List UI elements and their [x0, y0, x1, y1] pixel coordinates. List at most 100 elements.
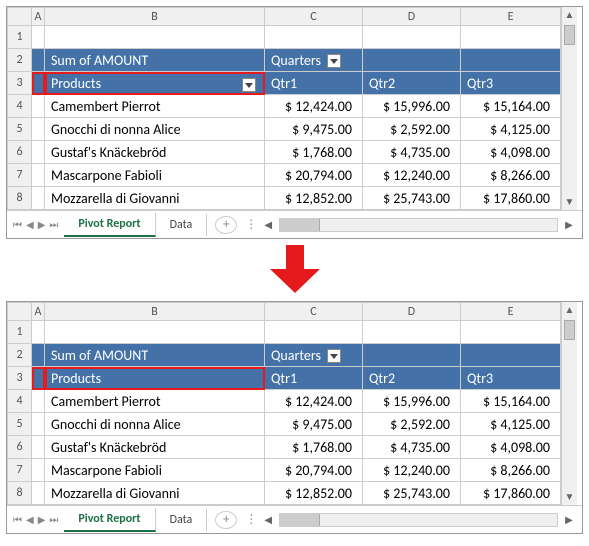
product-cell[interactable]: Camembert Pierrot	[45, 390, 265, 413]
col-C[interactable]: C	[265, 8, 363, 26]
tab-split-handle[interactable]: ⋮	[245, 217, 257, 232]
row-header[interactable]: 8	[8, 482, 32, 505]
product-cell[interactable]: Gustaf's Knäckebröd	[45, 141, 265, 164]
grid-after[interactable]: A B C D E 1 2 Sum of AMOUNT Quarters 3	[7, 302, 561, 505]
nav-prev-icon[interactable]: ◀	[26, 218, 34, 231]
products-filter-icon[interactable]	[242, 78, 256, 92]
col-B[interactable]: B	[45, 303, 265, 321]
col-E[interactable]: E	[461, 8, 561, 26]
col-C[interactable]: C	[265, 303, 363, 321]
value-cell[interactable]: $ 17,860.00	[461, 482, 561, 505]
col-A[interactable]: A	[32, 8, 45, 26]
scroll-right-icon[interactable]: ▶	[562, 513, 576, 526]
quarters-filter-icon[interactable]	[327, 54, 341, 68]
value-cell[interactable]: $ 25,743.00	[363, 482, 461, 505]
scroll-left-icon[interactable]: ◀	[261, 513, 275, 526]
qtr2-header[interactable]: Qtr2	[363, 72, 461, 95]
horizontal-scrollbar[interactable]: ⋮ ◀ ▶	[245, 217, 582, 232]
nav-next-icon[interactable]: ▶	[38, 218, 46, 231]
qtr3-header[interactable]: Qtr3	[461, 367, 561, 390]
col-D[interactable]: D	[363, 8, 461, 26]
product-cell[interactable]: Gustaf's Knäckebröd	[45, 436, 265, 459]
product-cell[interactable]: Gnocchi di nonna Alice	[45, 413, 265, 436]
quarters-filter-icon[interactable]	[327, 349, 341, 363]
col-A[interactable]: A	[32, 303, 45, 321]
hscroll-thumb[interactable]	[280, 514, 320, 526]
value-cell[interactable]: $ 4,098.00	[461, 436, 561, 459]
value-cell[interactable]: $ 1,768.00	[265, 436, 363, 459]
value-cell[interactable]: $ 8,266.00	[461, 459, 561, 482]
row-header[interactable]: 2	[8, 49, 32, 72]
row-header[interactable]: 1	[8, 26, 32, 49]
value-cell[interactable]: $ 8,266.00	[461, 164, 561, 187]
col-B[interactable]: B	[45, 8, 265, 26]
row-header[interactable]: 2	[8, 344, 32, 367]
row-header[interactable]: 3	[8, 367, 32, 390]
value-cell[interactable]: $ 2,592.00	[363, 413, 461, 436]
value-cell[interactable]: $ 12,240.00	[363, 459, 461, 482]
value-cell[interactable]: $ 15,164.00	[461, 95, 561, 118]
scroll-thumb[interactable]	[564, 25, 575, 45]
value-cell[interactable]: $ 4,735.00	[363, 141, 461, 164]
value-cell[interactable]: $ 4,125.00	[461, 118, 561, 141]
product-cell[interactable]: Mozzarella di Giovanni	[45, 187, 265, 210]
product-cell[interactable]: Camembert Pierrot	[45, 95, 265, 118]
row-header[interactable]: 7	[8, 459, 32, 482]
value-cell[interactable]: $ 9,475.00	[265, 413, 363, 436]
add-sheet-button[interactable]: +	[215, 216, 237, 234]
quarters-label[interactable]: Quarters	[265, 49, 363, 72]
value-cell[interactable]: $ 12,240.00	[363, 164, 461, 187]
value-cell[interactable]: $ 25,743.00	[363, 187, 461, 210]
row-header[interactable]: 4	[8, 95, 32, 118]
row-header[interactable]: 5	[8, 413, 32, 436]
value-cell[interactable]: $ 2,592.00	[363, 118, 461, 141]
tab-data[interactable]: Data	[156, 509, 208, 531]
nav-first-icon[interactable]: ⏮	[13, 218, 22, 231]
scroll-thumb[interactable]	[564, 320, 575, 340]
horizontal-scrollbar[interactable]: ⋮ ◀ ▶	[245, 512, 582, 527]
row-header[interactable]: 6	[8, 141, 32, 164]
value-cell[interactable]: $ 17,860.00	[461, 187, 561, 210]
column-headers[interactable]: A B C D E	[8, 303, 561, 321]
scroll-left-icon[interactable]: ◀	[261, 218, 275, 231]
row-header[interactable]: 5	[8, 118, 32, 141]
value-cell[interactable]: $ 15,996.00	[363, 95, 461, 118]
col-D[interactable]: D	[363, 303, 461, 321]
row-header[interactable]: 3	[8, 72, 32, 95]
tab-split-handle[interactable]: ⋮	[245, 512, 257, 527]
qtr1-header[interactable]: Qtr1	[265, 72, 363, 95]
vertical-scrollbar[interactable]: ▲ ▼	[561, 7, 577, 210]
value-cell[interactable]: $ 12,424.00	[265, 390, 363, 413]
products-label-no-filter[interactable]: Products	[45, 367, 265, 390]
product-cell[interactable]: Mascarpone Fabioli	[45, 164, 265, 187]
qtr3-header[interactable]: Qtr3	[461, 72, 561, 95]
row-header[interactable]: 8	[8, 187, 32, 210]
value-cell[interactable]: $ 4,125.00	[461, 413, 561, 436]
column-headers[interactable]: A B C D E	[8, 8, 561, 26]
sum-of-amount-label[interactable]: Sum of AMOUNT	[45, 49, 265, 72]
value-cell[interactable]: $ 20,794.00	[265, 164, 363, 187]
quarters-label[interactable]: Quarters	[265, 344, 363, 367]
value-cell[interactable]: $ 12,852.00	[265, 482, 363, 505]
tab-data[interactable]: Data	[156, 214, 208, 236]
products-label-with-filter[interactable]: Products	[45, 72, 265, 95]
scroll-down-icon[interactable]: ▼	[562, 489, 577, 505]
value-cell[interactable]: $ 15,164.00	[461, 390, 561, 413]
qtr1-header[interactable]: Qtr1	[265, 367, 363, 390]
scroll-down-icon[interactable]: ▼	[562, 194, 577, 210]
scroll-up-icon[interactable]: ▲	[562, 302, 577, 318]
row-header[interactable]: 7	[8, 164, 32, 187]
col-E[interactable]: E	[461, 303, 561, 321]
value-cell[interactable]: $ 20,794.00	[265, 459, 363, 482]
nav-last-icon[interactable]: ⏭	[49, 218, 58, 231]
hscroll-thumb[interactable]	[280, 219, 320, 231]
nav-next-icon[interactable]: ▶	[38, 513, 46, 526]
value-cell[interactable]: $ 1,768.00	[265, 141, 363, 164]
value-cell[interactable]: $ 12,852.00	[265, 187, 363, 210]
qtr2-header[interactable]: Qtr2	[363, 367, 461, 390]
product-cell[interactable]: Mascarpone Fabioli	[45, 459, 265, 482]
value-cell[interactable]: $ 4,098.00	[461, 141, 561, 164]
value-cell[interactable]: $ 12,424.00	[265, 95, 363, 118]
row-header[interactable]: 1	[8, 321, 32, 344]
product-cell[interactable]: Mozzarella di Giovanni	[45, 482, 265, 505]
